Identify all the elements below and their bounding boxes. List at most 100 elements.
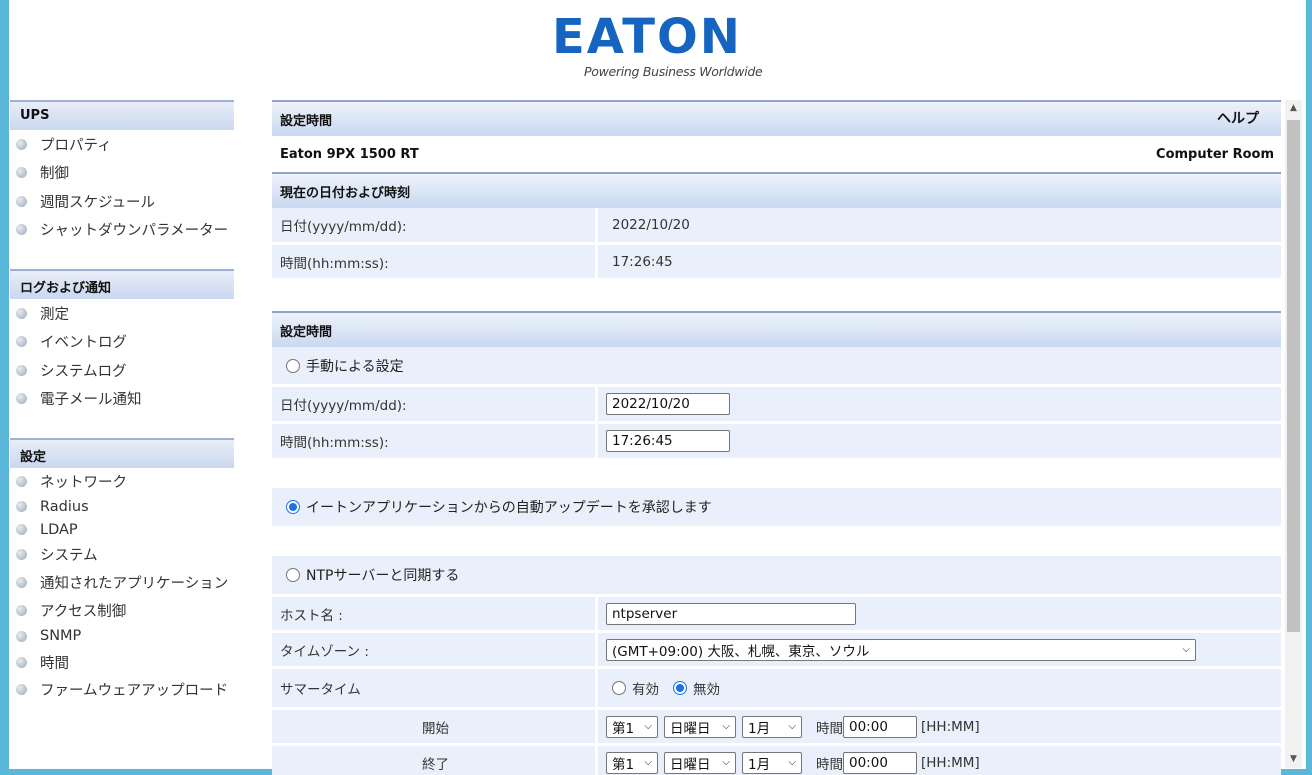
sidebar-item-label: システム bbox=[40, 548, 98, 564]
start-month-select[interactable]: 1月 ⌵ bbox=[742, 715, 802, 738]
manual-time-input[interactable] bbox=[606, 430, 730, 452]
timezone-select[interactable]: (GMT+09:00) 大阪、札幌、東京、ソウル ⌵ bbox=[606, 638, 1196, 661]
scroll-up-icon[interactable]: ▲ bbox=[1285, 100, 1302, 117]
manual-setting-option[interactable]: 手動による設定 bbox=[272, 347, 1281, 387]
scroll-down-icon[interactable]: ▼ bbox=[1285, 751, 1302, 768]
start-weekday-select[interactable]: 日曜日 ⌵ bbox=[664, 715, 736, 738]
bullet-icon bbox=[16, 138, 27, 150]
page-header: 設定時間 ヘルプ bbox=[272, 100, 1281, 136]
bullet-icon bbox=[16, 501, 27, 512]
vertical-scrollbar[interactable]: ▲ ▼ bbox=[1285, 100, 1302, 768]
sidebar-item-label: 制御 bbox=[40, 166, 69, 183]
manual-label: 手動による設定 bbox=[306, 358, 404, 375]
manual-date-label: 日付(yyyy/mm/dd): bbox=[272, 387, 598, 421]
sidebar-section-ups: UPS bbox=[10, 100, 234, 130]
sidebar-item-email-notification[interactable]: 電子メール通知 bbox=[10, 385, 234, 414]
sidebar: UPS プロパティ 制御 週間スケジュール シャットダウンパラメーター ログおよ… bbox=[10, 100, 234, 704]
manual-time-label: 時間(hh:mm:ss): bbox=[272, 424, 598, 458]
dst-end-label: 終了 bbox=[272, 746, 598, 775]
sidebar-item-ldap[interactable]: LDAP bbox=[10, 518, 234, 541]
logo-tagline: Powering Business Worldwide bbox=[584, 64, 763, 79]
help-link[interactable]: ヘルプ bbox=[1217, 108, 1259, 128]
end-month-select[interactable]: 1月 ⌵ bbox=[742, 751, 802, 774]
dst-disabled-radio[interactable] bbox=[673, 681, 687, 695]
sidebar-item-label: アクセス制御 bbox=[40, 603, 127, 620]
start-week-select[interactable]: 第1 ⌵ bbox=[606, 715, 658, 738]
sidebar-item-access-control[interactable]: アクセス制御 bbox=[10, 597, 234, 624]
sidebar-item-label: Radius bbox=[40, 498, 89, 515]
timezone-row: タイムゾーン : (GMT+09:00) 大阪、札幌、東京、ソウル ⌵ bbox=[272, 633, 1281, 669]
sidebar-item-notified-apps[interactable]: 通知されたアプリケーション bbox=[10, 568, 234, 597]
sidebar-item-properties[interactable]: プロパティ bbox=[10, 130, 234, 159]
auto-update-radio[interactable] bbox=[286, 500, 300, 514]
sidebar-item-label: ネットワーク bbox=[40, 475, 127, 491]
timezone-label: タイムゾーン : bbox=[272, 633, 598, 666]
auto-update-option[interactable]: イートンアプリケーションからの自動アップデートを承認します bbox=[272, 488, 1281, 529]
sidebar-item-control[interactable]: 制御 bbox=[10, 159, 234, 188]
sidebar-section-logs: ログおよび通知 bbox=[10, 269, 234, 299]
sidebar-item-time[interactable]: 時間 bbox=[10, 649, 234, 676]
sidebar-item-firmware-upload[interactable]: ファームウェアアップロード bbox=[10, 676, 234, 705]
host-input[interactable] bbox=[606, 602, 856, 625]
select-value: 第1 bbox=[612, 720, 635, 737]
device-name: Eaton 9PX 1500 RT bbox=[280, 146, 419, 162]
auto-update-label: イートンアプリケーションからの自動アップデートを承認します bbox=[306, 500, 712, 516]
bullet-icon bbox=[16, 684, 27, 696]
bullet-icon bbox=[16, 604, 27, 616]
ntp-sync-option[interactable]: NTPサーバーと同期する bbox=[272, 556, 1281, 597]
scrollbar-thumb[interactable] bbox=[1287, 120, 1300, 632]
sidebar-item-label: SNMP bbox=[40, 628, 82, 644]
sidebar-item-shutdown-params[interactable]: シャットダウンパラメーター bbox=[10, 216, 234, 245]
bullet-icon bbox=[16, 364, 27, 376]
dst-label: サマータイム bbox=[272, 669, 598, 707]
dst-row: サマータイム 有効 無効 bbox=[272, 669, 1281, 710]
sidebar-item-system-log[interactable]: システムログ bbox=[10, 356, 234, 385]
end-week-select[interactable]: 第1 ⌵ bbox=[606, 751, 658, 774]
current-date-label: 日付(yyyy/mm/dd): bbox=[272, 208, 598, 242]
end-weekday-select[interactable]: 日曜日 ⌵ bbox=[664, 751, 736, 774]
dst-start-row: 開始 第1 ⌵ 日曜日 ⌵ 1月 ⌵ 時間 [HH:MM] bbox=[272, 710, 1281, 746]
sidebar-item-weekly-schedule[interactable]: 週間スケジュール bbox=[10, 187, 234, 216]
end-time-word: 時間 bbox=[816, 756, 843, 773]
window-frame-left bbox=[0, 0, 9, 775]
select-value: 日曜日 bbox=[670, 720, 711, 737]
bullet-icon bbox=[16, 524, 27, 535]
section-title: 現在の日付および時刻 bbox=[280, 186, 411, 201]
manual-date-row: 日付(yyyy/mm/dd): bbox=[272, 387, 1281, 424]
window-frame-right bbox=[1306, 0, 1312, 775]
chevron-down-icon: ⌵ bbox=[644, 721, 652, 732]
chevron-down-icon: ⌵ bbox=[644, 757, 652, 768]
sidebar-item-event-log[interactable]: イベントログ bbox=[10, 328, 234, 357]
ntp-radio[interactable] bbox=[286, 568, 300, 582]
start-time-hint: [HH:MM] bbox=[921, 718, 980, 735]
sidebar-item-radius[interactable]: Radius bbox=[10, 495, 234, 518]
start-time-input[interactable] bbox=[843, 715, 917, 738]
dst-disabled-label: 無効 bbox=[693, 682, 720, 698]
manual-date-input[interactable] bbox=[606, 393, 730, 415]
dst-start-label: 開始 bbox=[272, 710, 598, 743]
sidebar-item-network[interactable]: ネットワーク bbox=[10, 468, 234, 495]
timezone-value: (GMT+09:00) 大阪、札幌、東京、ソウル bbox=[612, 643, 870, 660]
select-value: 日曜日 bbox=[670, 756, 711, 773]
manual-radio[interactable] bbox=[286, 358, 300, 373]
sidebar-item-system[interactable]: システム bbox=[10, 541, 234, 568]
bullet-icon bbox=[16, 656, 27, 668]
device-info: Eaton 9PX 1500 RT Computer Room bbox=[272, 136, 1281, 172]
sidebar-item-label: 測定 bbox=[40, 306, 69, 323]
current-date-value: 2022/10/20 bbox=[612, 217, 690, 233]
sidebar-item-label: LDAP bbox=[40, 521, 78, 538]
ntp-label: NTPサーバーと同期する bbox=[306, 568, 460, 584]
sidebar-item-measurements[interactable]: 測定 bbox=[10, 299, 234, 328]
bullet-icon bbox=[16, 476, 27, 487]
select-value: 1月 bbox=[748, 720, 771, 737]
dst-enabled-label: 有効 bbox=[632, 682, 659, 698]
dst-enabled-radio[interactable] bbox=[612, 681, 626, 695]
sidebar-item-label: システムログ bbox=[40, 363, 127, 380]
sidebar-item-label: シャットダウンパラメーター bbox=[40, 223, 229, 240]
page-title: 設定時間 bbox=[280, 114, 333, 129]
host-row: ホスト名 : bbox=[272, 597, 1281, 633]
end-time-hint: [HH:MM] bbox=[921, 754, 980, 771]
sidebar-item-snmp[interactable]: SNMP bbox=[10, 624, 234, 649]
dst-end-row: 終了 第1 ⌵ 日曜日 ⌵ 1月 ⌵ 時間 [HH:MM] bbox=[272, 746, 1281, 775]
end-time-input[interactable] bbox=[843, 751, 917, 774]
